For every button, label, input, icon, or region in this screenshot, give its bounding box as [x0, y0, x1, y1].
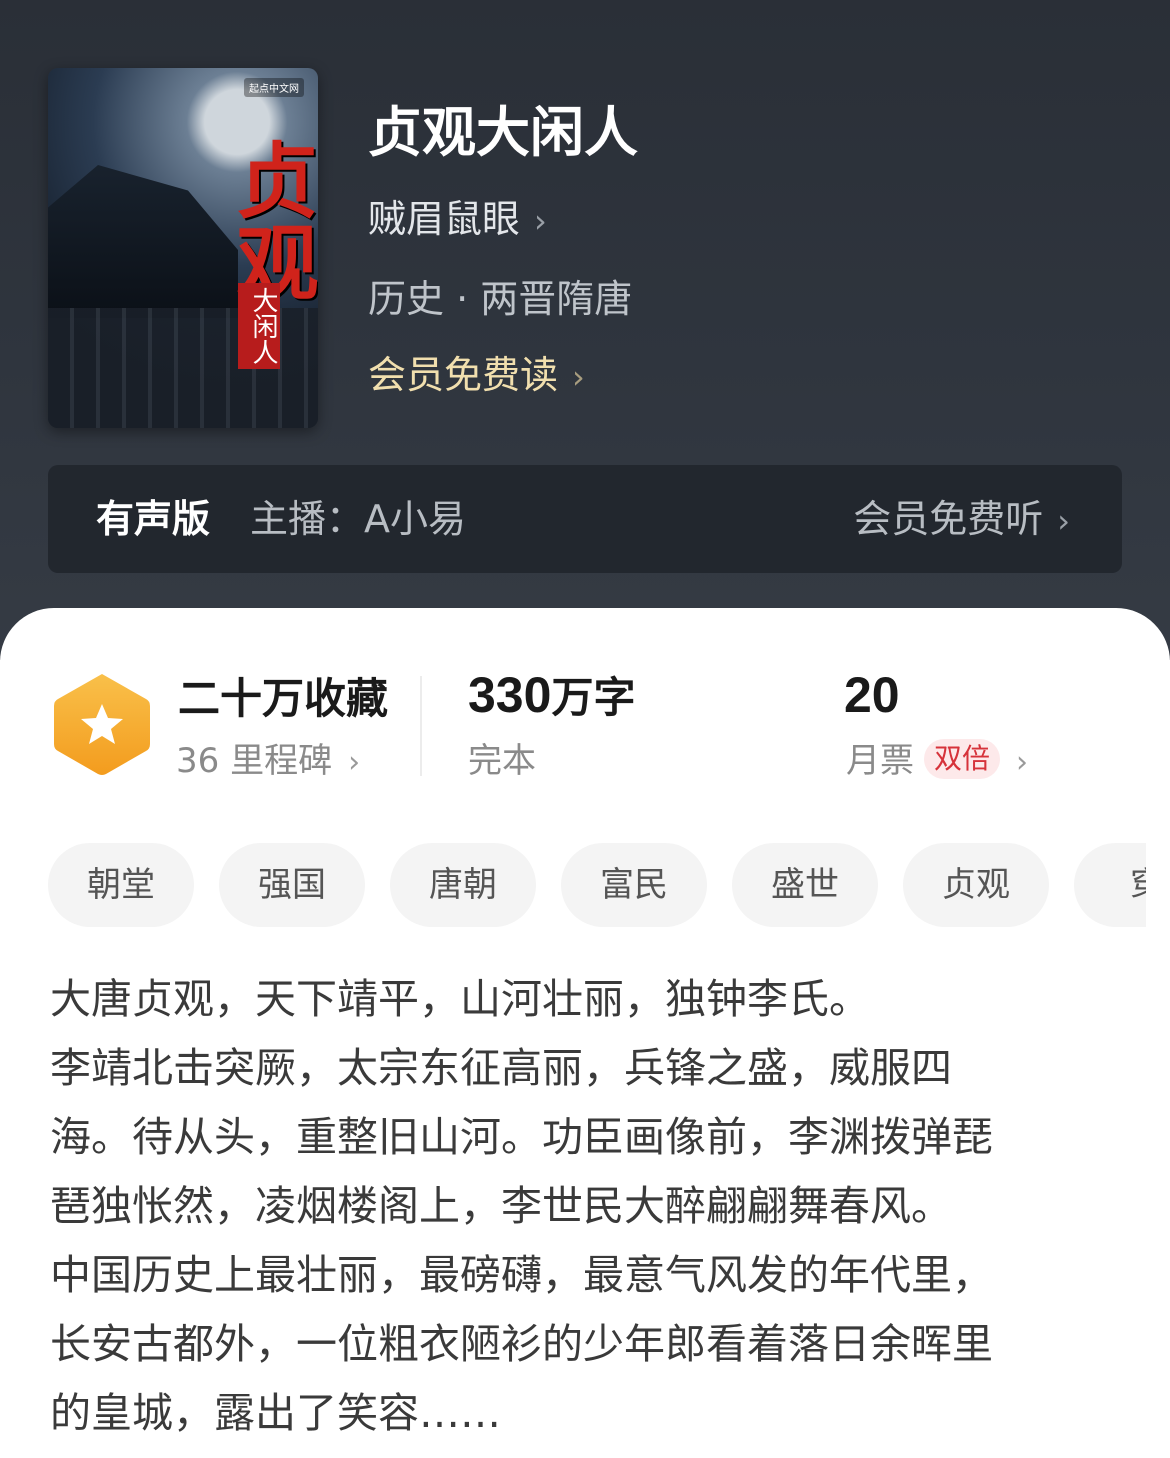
chevron-right-icon: ›	[1016, 745, 1029, 780]
book-status: 完本	[468, 741, 536, 781]
description-line: 大唐贞观，天下靖平，山河壮丽，独钟李氏。	[50, 975, 870, 1023]
chevron-right-icon: ›	[534, 202, 547, 240]
vip-listen-link[interactable]: 会员免费听 ›	[853, 489, 1070, 551]
description-line: 琶独怅然，凌烟楼阁上，李世民大醉翩翩舞春风。	[50, 1182, 952, 1230]
book-cover[interactable]: 起点中文网 贞观 大闲人	[48, 68, 318, 428]
book-title: 贞观大闲人	[368, 101, 638, 164]
star-badge-icon	[54, 674, 150, 775]
book-header: 起点中文网 贞观 大闲人 贞观大闲人 贼眉鼠眼 › 历史 · 两晋隋唐 会员免费读…	[0, 0, 1170, 660]
chevron-right-icon: ›	[1057, 502, 1070, 540]
description-line: 的皇城，露出了笑容……	[50, 1389, 501, 1437]
cover-publisher-logo: 起点中文网	[244, 78, 304, 97]
milestone-link[interactable]: 36 里程碑 ›	[176, 736, 360, 788]
description-line: 中国历史上最壮丽，最磅礴，最意气风发的年代里，	[50, 1251, 993, 1299]
description-line: 李靖北击突厥，太宗东征高丽，兵锋之盛，威服四	[50, 1044, 952, 1092]
tag-chip[interactable]: 盛世	[732, 843, 878, 927]
author-name: 贼眉鼠眼	[368, 197, 521, 241]
cover-title-small: 大闲人	[238, 283, 280, 369]
tag-chip[interactable]: 唐朝	[390, 843, 536, 927]
monthly-vote-count: 20	[844, 668, 900, 725]
vip-read-label: 会员免费读	[368, 353, 559, 397]
milestone-label: 36 里程碑	[176, 741, 333, 781]
monthly-vote-number: 20	[844, 667, 900, 723]
description-line: 长安古都外，一位粗衣陋衫的少年郎看着落日余晖里	[50, 1320, 993, 1368]
word-count: 330万字	[468, 668, 635, 725]
audio-tag: 有声版	[96, 497, 211, 541]
double-badge: 双倍	[924, 739, 1001, 779]
monthly-vote-link[interactable]: 月票 双倍 ›	[846, 736, 1028, 788]
description-line: 海。待从头，重整旧山河。功臣画像前，李渊拨弹琵	[50, 1113, 993, 1161]
collect-count: 二十万收藏	[178, 674, 389, 723]
word-count-number: 330	[468, 667, 552, 723]
cover-title-big: 贞观	[222, 138, 318, 302]
audio-host: 主播：A小易	[250, 489, 466, 549]
tag-list: 朝堂强国唐朝富民盛世贞观穿	[48, 843, 1146, 927]
chevron-right-icon: ›	[348, 745, 361, 780]
tag-chip[interactable]: 贞观	[903, 843, 1049, 927]
tag-chip[interactable]: 强国	[219, 843, 365, 927]
host-name: A小易	[364, 497, 467, 541]
author-link[interactable]: 贼眉鼠眼 ›	[368, 190, 547, 250]
audio-version-bar[interactable]: 有声版 主播：A小易 会员免费听 ›	[48, 465, 1122, 573]
host-label: 主播：	[250, 497, 365, 541]
chevron-right-icon: ›	[572, 358, 585, 396]
tag-chip[interactable]: 富民	[561, 843, 707, 927]
tag-chip[interactable]: 朝堂	[48, 843, 194, 927]
book-description[interactable]: 大唐贞观，天下靖平，山河壮丽，独钟李氏。 李靖北击突厥，太宗东征高丽，兵锋之盛，…	[50, 965, 1130, 1448]
vip-read-link[interactable]: 会员免费读 ›	[368, 346, 585, 406]
tag-chip[interactable]: 穿	[1074, 843, 1146, 927]
stats-divider	[420, 676, 422, 776]
vip-listen-label: 会员免费听	[853, 497, 1044, 541]
word-count-unit: 万字	[551, 673, 636, 722]
book-genre: 历史 · 两晋隋唐	[368, 277, 633, 321]
monthly-vote-label: 月票	[846, 741, 914, 781]
